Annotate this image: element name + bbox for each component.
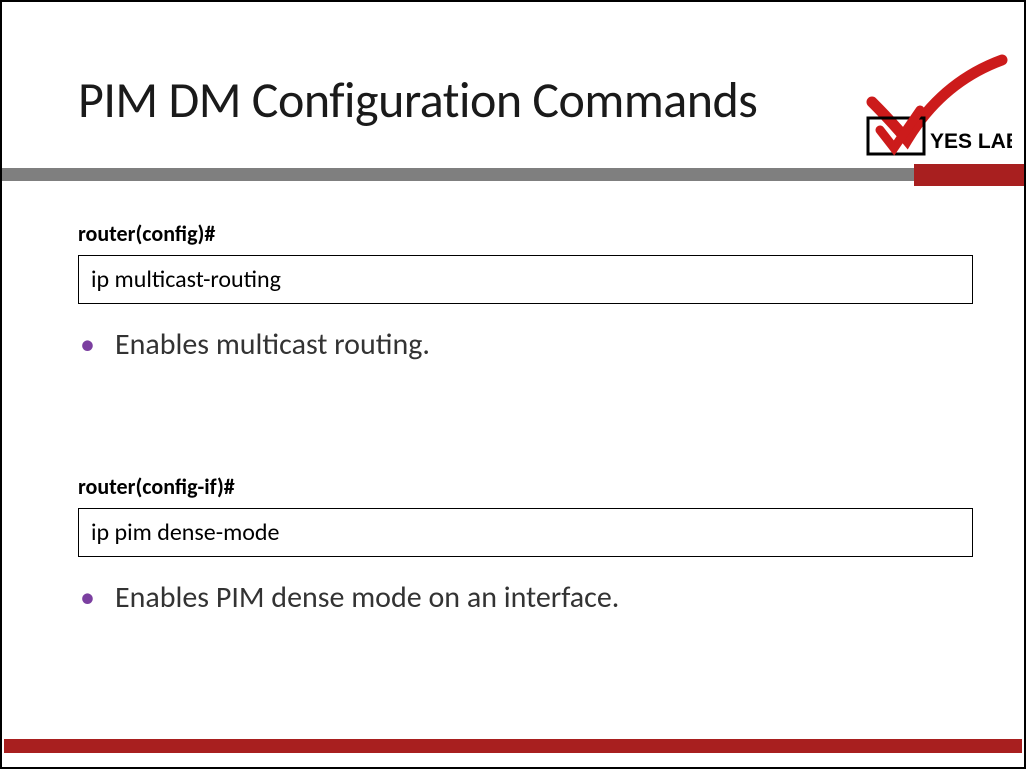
command-box-1: ip multicast-routing — [78, 255, 973, 304]
prompt-1: router(config)# — [78, 220, 968, 247]
divider-gray — [2, 168, 914, 181]
footer-bar — [4, 739, 1022, 753]
slide: PIM DM Configuration Commands YES LAB ro… — [0, 0, 1026, 769]
logo-text: YES LAB — [930, 130, 1012, 153]
command-box-2: ip pim dense-mode — [78, 508, 973, 557]
bullet-row-1: • Enables multicast routing. — [78, 326, 968, 363]
logo: YES LAB — [852, 52, 1012, 162]
bullet-icon: • — [80, 330, 95, 360]
content-area: router(config)# ip multicast-routing • E… — [78, 220, 968, 616]
divider — [2, 164, 1024, 188]
bullet-text-1: Enables multicast routing. — [115, 326, 430, 363]
divider-red — [914, 164, 1024, 186]
bullet-text-2: Enables PIM dense mode on an interface. — [115, 579, 619, 616]
prompt-2: router(config-if)# — [78, 473, 968, 500]
bullet-row-2: • Enables PIM dense mode on an interface… — [78, 579, 968, 616]
bullet-icon: • — [80, 583, 95, 613]
